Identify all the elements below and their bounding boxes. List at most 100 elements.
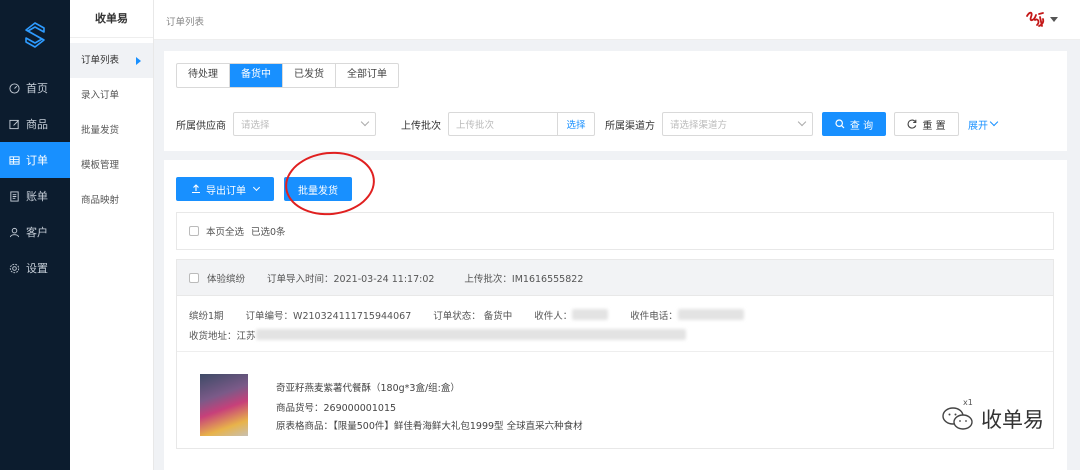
- expand-toggle[interactable]: 展开: [968, 117, 999, 132]
- submenu-item-enter-order[interactable]: 录入订单: [70, 78, 153, 113]
- expand-label: 展开: [968, 120, 988, 132]
- tab-shipped[interactable]: 已发货: [283, 64, 336, 87]
- brand-signature-icon: [1026, 11, 1045, 27]
- channel-label: 所属渠道方: [605, 120, 655, 132]
- breadcrumb: 订单列表: [166, 17, 205, 28]
- selected-count: 已选0条: [251, 227, 286, 238]
- user-menu[interactable]: [1024, 8, 1058, 30]
- batch-select-button[interactable]: 选择: [558, 112, 595, 136]
- batch-label: 上传批次: [401, 120, 441, 132]
- submenu-item-templates[interactable]: 模板管理: [70, 148, 153, 183]
- select-all-label: 本页全选: [206, 227, 245, 238]
- sidebar-item-customers[interactable]: 客户: [0, 214, 70, 250]
- dropdown-caret-icon: [1050, 16, 1058, 22]
- reset-button[interactable]: 重 置: [894, 112, 959, 136]
- submenu-item-label: 商品映射: [81, 195, 120, 206]
- receiver-redacted: [572, 309, 609, 320]
- status-tabs: 待处理 备货中 已发货 全部订单: [176, 63, 399, 88]
- watermark: x1 收单易: [941, 398, 1044, 434]
- query-button[interactable]: 查 询: [822, 112, 886, 136]
- order-number: 订单编号：W210324111715944067: [245, 310, 412, 322]
- gear-icon: [9, 263, 20, 273]
- main-sidebar: 首页 商品 订单 账单 客户 设置: [0, 0, 70, 470]
- submenu-item-order-list[interactable]: 订单列表: [70, 43, 153, 78]
- tab-preparing[interactable]: 备货中: [230, 64, 283, 87]
- order-meta: 缤纷1期 订单编号：W210324111715944067 订单状态： 备货中 …: [177, 296, 1053, 352]
- phone-redacted: [677, 309, 744, 320]
- sidebar-item-home[interactable]: 首页: [0, 70, 70, 106]
- sidebar-item-bills[interactable]: 账单: [0, 178, 70, 214]
- chevron-down-icon: [797, 117, 807, 127]
- channel-select[interactable]: 请选择渠道方: [662, 112, 813, 136]
- batch-field: 上传批次 选择: [448, 112, 595, 136]
- tab-pending[interactable]: 待处理: [177, 64, 230, 87]
- watermark-badge: x1: [963, 398, 973, 407]
- watermark-text: 收单易: [981, 408, 1044, 432]
- sidebar-item-label: 首页: [26, 82, 48, 95]
- submenu-title: 收单易: [70, 0, 153, 38]
- order-group-name: 体验缤纷: [207, 273, 246, 285]
- filter-row: 所属供应商 请选择 上传批次 上传批次 选择 所属渠道方 请选择渠道方 查 询 …: [176, 112, 999, 136]
- filter-panel: 待处理 备货中 已发货 全部订单 所属供应商 请选择 上传批次 上传批次 选择 …: [164, 51, 1067, 151]
- edit-icon: [9, 119, 19, 129]
- export-label: 导出订单: [206, 185, 246, 197]
- export-orders-button[interactable]: 导出订单: [176, 177, 274, 201]
- order-meta-row: 缤纷1期 订单编号：W210324111715944067 订单状态： 备货中 …: [189, 306, 1041, 323]
- sidebar-item-label: 订单: [26, 154, 48, 167]
- sidebar-item-settings[interactable]: 设置: [0, 250, 70, 286]
- sidebar-item-label: 设置: [26, 262, 48, 275]
- query-label: 查 询: [849, 120, 874, 132]
- supplier-select[interactable]: 请选择: [233, 112, 376, 136]
- table-icon: [9, 155, 20, 165]
- address-label: 收货地址：江苏: [189, 330, 256, 342]
- goods-origin: 原表格商品：【限量500件】鲜佳肴海鲜大礼包1999型 全球直采六种食材: [276, 421, 583, 432]
- sidebar-item-label: 商品: [26, 118, 48, 131]
- batch-select-label: 选择: [566, 120, 586, 131]
- address-redacted: [255, 329, 686, 340]
- order-header: 体验缤纷 订单导入时间：2021-03-24 11:17:02 上传批次：IM1…: [177, 260, 1053, 296]
- order-card: 体验缤纷 订单导入时间：2021-03-24 11:17:02 上传批次：IM1…: [176, 259, 1054, 449]
- dashboard-icon: [9, 82, 20, 94]
- submenu-item-batch-ship[interactable]: 批量发货: [70, 113, 153, 148]
- batch-input[interactable]: 上传批次: [448, 112, 558, 136]
- chevron-down-icon: [989, 117, 999, 127]
- sidebar-item-label: 客户: [26, 226, 48, 239]
- supplier-placeholder: 请选择: [241, 120, 270, 131]
- chevron-down-icon: [252, 183, 261, 192]
- order-checkbox[interactable]: [189, 272, 199, 283]
- goods-item: 奇亚籽燕麦紫薯代餐酥（180g*3盒/组:盒） 商品货号：26900000101…: [177, 352, 1053, 448]
- order-status: 订单状态： 备货中: [433, 310, 513, 322]
- order-period: 缤纷1期: [189, 310, 224, 322]
- channel-placeholder: 请选择渠道方: [670, 120, 728, 131]
- scrollbar-track[interactable]: [1070, 40, 1080, 470]
- tab-all-orders[interactable]: 全部订单: [336, 64, 398, 87]
- user-icon: [9, 227, 20, 237]
- reset-label: 重 置: [922, 120, 946, 132]
- search-icon: [835, 119, 845, 129]
- batch-placeholder: 上传批次: [456, 120, 495, 131]
- product-image[interactable]: [200, 374, 248, 436]
- chevron-down-icon: [360, 117, 370, 127]
- select-all-bar: 本页全选 已选0条: [176, 212, 1054, 250]
- goods-sku: 商品货号：269000001015: [276, 403, 397, 414]
- sidebar-item-goods[interactable]: 商品: [0, 106, 70, 142]
- goods-name: 奇亚籽燕麦紫薯代餐酥（180g*3盒/组:盒）: [276, 383, 460, 394]
- submenu-item-goods-mapping[interactable]: 商品映射: [70, 183, 153, 218]
- upload-icon: [192, 184, 200, 194]
- phone-label: 收件电话：: [630, 310, 678, 322]
- bill-icon: [10, 190, 19, 202]
- sidebar-item-label: 账单: [26, 190, 48, 203]
- order-batch: 上传批次：IM1616555822: [464, 273, 584, 285]
- app-logo[interactable]: [0, 0, 70, 70]
- submenu-item-label: 录入订单: [81, 90, 120, 101]
- logo-icon: [25, 22, 45, 48]
- submenu-item-label: 订单列表: [81, 55, 120, 66]
- supplier-label: 所属供应商: [176, 120, 226, 132]
- select-all-checkbox[interactable]: [189, 226, 199, 236]
- top-bar: 订单列表: [154, 0, 1080, 40]
- refresh-icon: [907, 119, 917, 129]
- wechat-icon: [942, 407, 973, 430]
- submenu-item-label: 批量发货: [81, 125, 120, 136]
- sidebar-item-orders[interactable]: 订单: [0, 142, 70, 178]
- caret-right-icon: [136, 57, 141, 65]
